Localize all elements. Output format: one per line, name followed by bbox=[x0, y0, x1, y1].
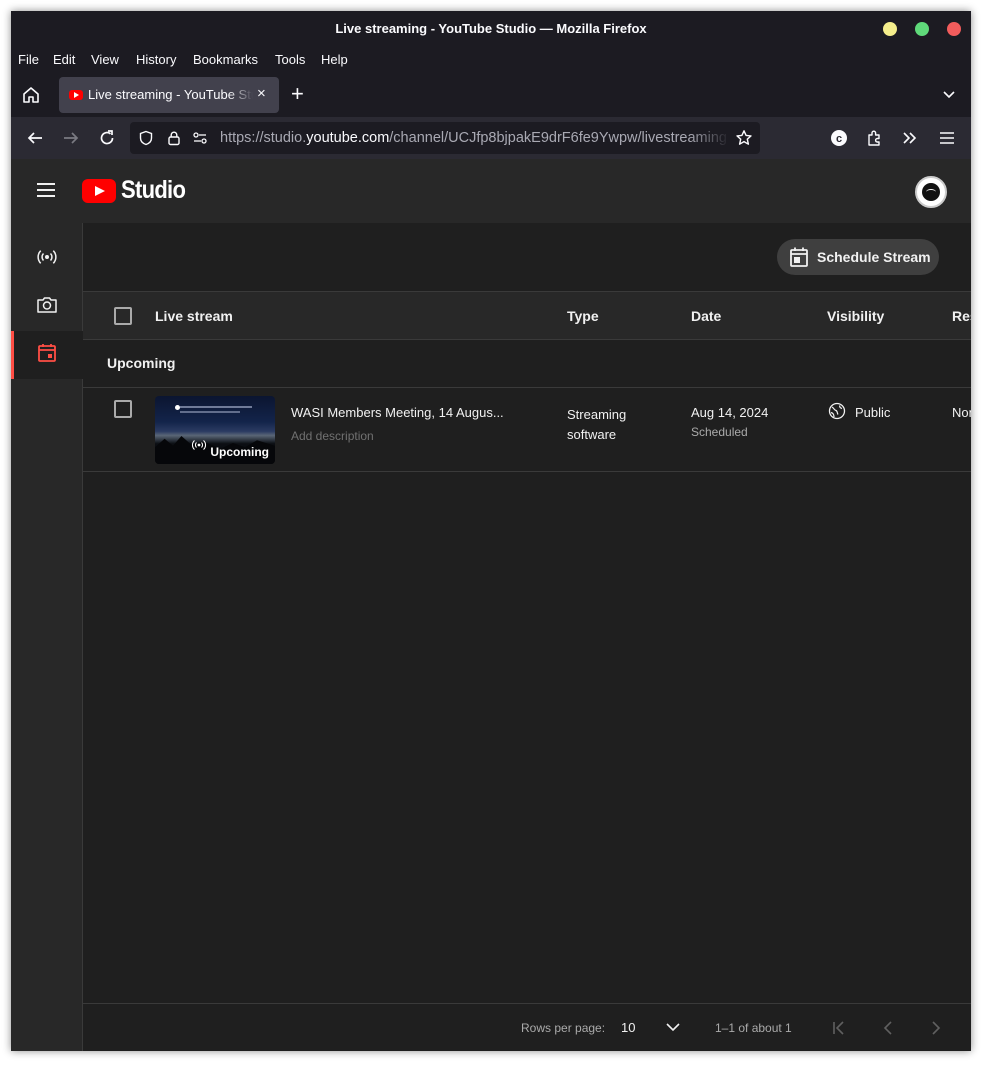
rows-per-page-select[interactable]: 10 bbox=[621, 1020, 635, 1035]
live-broadcast-icon bbox=[191, 438, 207, 456]
stream-date: Aug 14, 2024 bbox=[691, 405, 769, 420]
app-menu-icon[interactable] bbox=[935, 126, 959, 150]
upcoming-badge: Upcoming bbox=[210, 445, 269, 459]
tab-strip: Live streaming - YouTube Studio × + bbox=[11, 73, 971, 117]
pagination-range: 1–1 of about 1 bbox=[715, 1021, 792, 1035]
schedule-stream-label: Schedule Stream bbox=[817, 249, 931, 265]
table-row[interactable]: Upcoming WASI Members Meeting, 14 Augus.… bbox=[83, 388, 971, 472]
select-all-checkbox[interactable] bbox=[114, 307, 132, 325]
bookmark-star-icon[interactable] bbox=[735, 129, 753, 152]
extensions-icon[interactable] bbox=[863, 126, 887, 150]
svg-text:c: c bbox=[836, 133, 842, 145]
rows-per-page-label: Rows per page: bbox=[521, 1021, 606, 1035]
sidebar-item-webcam[interactable] bbox=[11, 283, 83, 331]
studio-logo-text[interactable]: Studio bbox=[121, 176, 186, 205]
avatar[interactable] bbox=[915, 176, 947, 208]
url-text[interactable]: https://studio.youtube.com/channel/UCJfp… bbox=[220, 130, 730, 146]
calendar-icon bbox=[35, 341, 59, 370]
url-bar[interactable]: https://studio.youtube.com/channel/UCJfp… bbox=[130, 122, 760, 154]
youtube-studio-page: Studio Schedule Stream Live stream Type … bbox=[11, 159, 971, 1051]
lock-icon[interactable] bbox=[166, 130, 182, 151]
hamburger-menu-icon[interactable] bbox=[37, 183, 55, 197]
thumbnail-caption-line bbox=[180, 406, 252, 408]
menu-tools[interactable]: Tools bbox=[275, 52, 305, 67]
first-page-icon[interactable] bbox=[831, 1020, 847, 1039]
row-checkbox[interactable] bbox=[114, 400, 132, 418]
maximize-button[interactable] bbox=[915, 22, 929, 36]
forward-arrow-icon[interactable] bbox=[59, 126, 83, 150]
menu-bookmarks[interactable]: Bookmarks bbox=[193, 52, 258, 67]
navigation-toolbar: https://studio.youtube.com/channel/UCJfp… bbox=[11, 117, 971, 159]
thumbnail-caption-line bbox=[180, 411, 240, 413]
permissions-icon[interactable] bbox=[192, 130, 208, 151]
column-header-type[interactable]: Type bbox=[567, 308, 599, 324]
schedule-stream-button[interactable]: Schedule Stream bbox=[777, 239, 939, 275]
column-header-restrictions[interactable]: Res bbox=[952, 308, 971, 324]
sidebar-item-stream[interactable] bbox=[11, 235, 83, 283]
studio-header: Studio bbox=[11, 159, 971, 223]
menu-help[interactable]: Help bbox=[321, 52, 348, 67]
section-label: Upcoming bbox=[107, 355, 176, 371]
title-bar: Live streaming - YouTube Studio — Mozill… bbox=[11, 11, 971, 47]
minimize-button[interactable] bbox=[883, 22, 897, 36]
table-header: Live stream Type Date Visibility Res bbox=[83, 291, 971, 340]
video-thumbnail[interactable]: Upcoming bbox=[155, 396, 275, 464]
stream-status: Scheduled bbox=[691, 425, 748, 439]
menu-edit[interactable]: Edit bbox=[53, 52, 75, 67]
main-content: Schedule Stream Live stream Type Date Vi… bbox=[83, 223, 971, 1051]
chevron-down-icon[interactable] bbox=[665, 1021, 681, 1036]
visibility-value[interactable]: Public bbox=[855, 405, 890, 420]
window-title: Live streaming - YouTube Studio — Mozill… bbox=[335, 21, 647, 36]
stream-title[interactable]: WASI Members Meeting, 14 Augus... bbox=[291, 405, 504, 420]
pagination-bar: Rows per page: 10 1–1 of about 1 bbox=[83, 1003, 971, 1051]
overflow-chevrons-icon[interactable] bbox=[898, 126, 922, 150]
tab-close-icon[interactable]: × bbox=[257, 85, 266, 102]
section-upcoming: Upcoming bbox=[83, 340, 971, 388]
browser-tab[interactable]: Live streaming - YouTube Studio × bbox=[59, 77, 279, 113]
menu-view[interactable]: View bbox=[91, 52, 119, 67]
broadcast-icon bbox=[35, 245, 59, 274]
restrictions-value: Non bbox=[952, 405, 971, 420]
sidebar bbox=[11, 223, 83, 1051]
new-tab-button[interactable]: + bbox=[291, 81, 304, 107]
reload-icon[interactable] bbox=[95, 126, 119, 150]
next-page-icon[interactable] bbox=[928, 1020, 944, 1039]
account-c-icon[interactable]: c bbox=[827, 126, 851, 150]
menu-bar: File Edit View History Bookmarks Tools H… bbox=[11, 47, 971, 73]
globe-icon bbox=[828, 402, 846, 425]
menu-history[interactable]: History bbox=[136, 52, 176, 67]
youtube-logo-icon[interactable] bbox=[82, 179, 116, 203]
menu-file[interactable]: File bbox=[18, 52, 39, 67]
column-header-date[interactable]: Date bbox=[691, 308, 721, 324]
column-header-live-stream[interactable]: Live stream bbox=[155, 308, 233, 324]
column-header-visibility[interactable]: Visibility bbox=[827, 308, 884, 324]
home-icon[interactable] bbox=[19, 83, 43, 107]
previous-page-icon[interactable] bbox=[880, 1020, 896, 1039]
camera-icon bbox=[35, 293, 59, 322]
tab-title: Live streaming - YouTube Studio bbox=[88, 87, 253, 102]
back-arrow-icon[interactable] bbox=[23, 126, 47, 150]
youtube-favicon-icon bbox=[69, 90, 83, 100]
browser-window: Live streaming - YouTube Studio — Mozill… bbox=[11, 11, 971, 1051]
stream-type: Streaming software bbox=[567, 407, 627, 442]
sidebar-item-manage[interactable] bbox=[11, 331, 83, 379]
calendar-icon bbox=[789, 246, 809, 271]
shield-icon[interactable] bbox=[138, 130, 154, 151]
stream-description[interactable]: Add description bbox=[291, 429, 374, 443]
close-window-button[interactable] bbox=[947, 22, 961, 36]
chevron-down-icon[interactable] bbox=[941, 87, 957, 108]
